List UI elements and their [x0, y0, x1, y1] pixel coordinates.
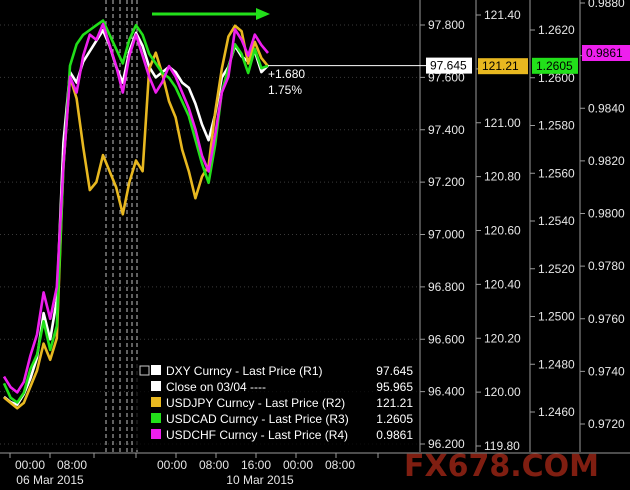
tick-label: 97.800 — [428, 18, 465, 32]
tick-label: 1.2620 — [538, 23, 575, 37]
legend: DXY Curncy - Last Price (R1) 97.645 Close … — [135, 360, 419, 450]
last-value-tag-text: 97.645 — [430, 59, 467, 73]
tick-label: 96.400 — [428, 385, 465, 399]
tick-label: 96.600 — [428, 332, 465, 346]
legend-value: 121.21 — [376, 396, 413, 410]
watermark: FX678.COM — [404, 449, 599, 484]
tick-label: 97.400 — [428, 123, 465, 137]
x-tick-label: 00:00 — [157, 458, 187, 472]
tick-label: 120.20 — [484, 331, 521, 345]
percent-annotation: 1.75% — [268, 83, 302, 97]
tick-label: 121.40 — [484, 8, 521, 22]
tick-label: 120.00 — [484, 385, 521, 399]
legend-value: 95.965 — [376, 380, 413, 394]
chart: 97.80097.60097.40097.20097.00096.80096.6… — [0, 0, 630, 490]
tick-label: 0.9720 — [588, 417, 625, 431]
x-date-label: 10 Mar 2015 — [226, 473, 294, 487]
tick-label: 0.9880 — [588, 0, 625, 10]
legend-swatch — [151, 397, 161, 407]
tick-label: 0.9840 — [588, 101, 625, 115]
legend-swatch — [151, 381, 161, 391]
legend-label: USDCHF Curncy - Last Price (R4) — [166, 428, 348, 442]
tick-label: 1.2500 — [538, 310, 575, 324]
last-value-tag-text: 0.9861 — [586, 46, 623, 60]
legend-value: 0.9861 — [376, 428, 413, 442]
tick-label: 121.00 — [484, 116, 521, 130]
tick-label: 0.9760 — [588, 312, 625, 326]
legend-swatch — [151, 365, 161, 375]
tick-label: 97.000 — [428, 228, 465, 242]
x-tick-label: 08:00 — [325, 458, 355, 472]
legend-swatch — [151, 413, 161, 423]
last-value-tag-text: 1.2605 — [536, 59, 573, 73]
tick-label: 0.9780 — [588, 259, 625, 273]
tick-label: 1.2480 — [538, 357, 575, 371]
legend-swatch — [151, 429, 161, 439]
x-date-label: 06 Mar 2015 — [16, 473, 84, 487]
legend-value: 97.645 — [376, 364, 413, 378]
legend-value: 1.2605 — [376, 412, 413, 426]
change-annotation: +1.680 — [268, 67, 305, 81]
tick-label: 97.200 — [428, 175, 465, 189]
legend-label: USDJPY Curncy - Last Price (R2) — [166, 396, 345, 410]
legend-label: USDCAD Curncy - Last Price (R3) — [166, 412, 349, 426]
tick-label: 1.2460 — [538, 405, 575, 419]
tick-label: 1.2520 — [538, 262, 575, 276]
tick-label: 120.40 — [484, 277, 521, 291]
tick-label: 0.9740 — [588, 364, 625, 378]
legend-label: Close on 03/04 ---- — [166, 380, 266, 394]
tick-label: 1.2560 — [538, 166, 575, 180]
x-tick-label: 16:00 — [241, 458, 271, 472]
tick-label: 120.60 — [484, 224, 521, 238]
legend-label: DXY Curncy - Last Price (R1) — [166, 364, 323, 378]
x-tick-label: 00:00 — [15, 458, 45, 472]
last-value-tag-text: 121.21 — [482, 59, 519, 73]
tick-label: 1.2580 — [538, 119, 575, 133]
tick-label: 0.9800 — [588, 207, 625, 221]
x-tick-label: 08:00 — [57, 458, 87, 472]
tick-label: 120.80 — [484, 170, 521, 184]
tick-label: 0.9820 — [588, 154, 625, 168]
x-tick-label: 08:00 — [199, 458, 229, 472]
x-tick-label: 00:00 — [283, 458, 313, 472]
tick-label: 96.800 — [428, 280, 465, 294]
tick-label: 1.2540 — [538, 214, 575, 228]
